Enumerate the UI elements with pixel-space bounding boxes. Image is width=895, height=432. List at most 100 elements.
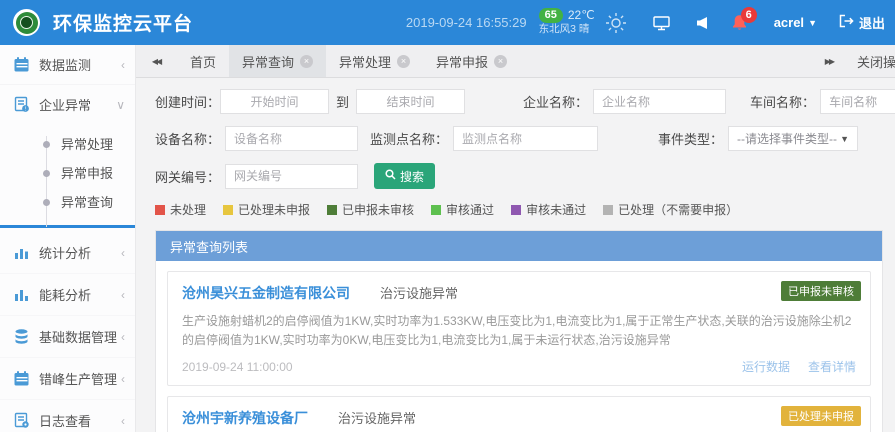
close-icon[interactable]	[397, 55, 410, 68]
database-icon	[13, 328, 30, 345]
log-file-icon	[13, 412, 30, 429]
calendar-icon	[13, 370, 30, 387]
monitor-point-label: 监测点名称：	[370, 129, 448, 148]
event-type-label: 事件类型：	[658, 129, 723, 148]
sidebar-item-abnormal-handle[interactable]: 异常处理	[46, 130, 135, 159]
record-time: 2019-09-24 11:00:00	[182, 360, 293, 374]
legend-swatch	[155, 205, 165, 215]
legend-item: 未处理	[155, 201, 206, 218]
legend-item: 已处理未申报	[223, 201, 310, 218]
panel-body: 沧州昊兴五金制造有限公司 治污设施异常 已申报未审核 生产设施射蜡机2的启停阀值…	[156, 261, 882, 432]
search-button[interactable]: 搜索	[374, 163, 435, 189]
chevron-left-icon: ‹	[121, 330, 125, 344]
gateway-input[interactable]	[225, 164, 358, 189]
to-label: 到	[336, 92, 349, 111]
temperature: 22℃	[568, 8, 595, 23]
sidebar-item-base-data[interactable]: 基础数据管理 ‹	[0, 316, 135, 358]
running-data-link[interactable]: 运行数据	[742, 358, 790, 375]
list-item: 沧州昊兴五金制造有限公司 治污设施异常 已申报未审核 生产设施射蜡机2的启停阀值…	[167, 271, 871, 386]
tab-home[interactable]: 首页	[177, 45, 229, 77]
panel-title: 异常查询列表	[156, 231, 882, 261]
abnormal-description: 生产设施射蜡机2的启停阀值为1KW,实时功率为1.533KW,电压变比为1,电流…	[182, 312, 856, 349]
close-icon[interactable]	[300, 55, 313, 68]
condition: 晴	[579, 23, 590, 35]
aqi-badge: 65	[539, 8, 563, 23]
file-alert-icon: !	[13, 96, 30, 113]
sidebar-item-statistics[interactable]: 统计分析 ‹	[0, 232, 135, 274]
wind: 东北风3	[539, 23, 576, 35]
calendar-icon	[13, 56, 30, 73]
app-title: 环保监控云平台	[53, 9, 193, 36]
sidebar-item-energy[interactable]: 能耗分析 ‹	[0, 274, 135, 316]
user-menu[interactable]: acrel ▼	[774, 15, 817, 30]
company-name-link[interactable]: 沧州宇新养殖设备厂	[182, 408, 308, 428]
bar-chart-icon	[13, 244, 30, 261]
speaker-icon[interactable]	[696, 16, 708, 30]
gateway-label: 网关编号：	[155, 167, 220, 186]
legend-swatch	[327, 205, 337, 215]
chevron-left-icon: ‹	[121, 58, 125, 72]
chevron-down-icon: ▼	[808, 18, 817, 28]
tab-abnormal-query[interactable]: 异常查询	[229, 45, 326, 77]
event-type-select[interactable]: --请选择事件类型-- ▼	[728, 126, 858, 151]
header-datetime: 2019-09-24 16:55:29	[406, 15, 527, 30]
sidebar-item-abnormal-query[interactable]: 异常查询	[46, 188, 135, 217]
close-icon[interactable]	[494, 55, 507, 68]
list-item: 沧州宇新养殖设备厂 治污设施异常 已处理未申报 生产设施挤出机2的启停阀值为1K…	[167, 396, 871, 432]
workshop-label: 车间名称：	[750, 92, 815, 111]
sidebar-item-log-view[interactable]: 日志查看 ‹	[0, 400, 135, 432]
monitor-icon[interactable]	[653, 15, 670, 31]
tab-bar: ◀◀ 首页 异常查询 异常处理 异常申报 ▶▶ 关闭操作	[135, 45, 895, 78]
tabs-scroll-right-button[interactable]: ▶▶	[825, 57, 833, 66]
filter-row-1: 创建时间： 到 企业名称： 车间名称：	[155, 89, 883, 114]
sidebar-submenu: 异常处理 异常申报 异常查询	[46, 130, 135, 225]
end-time-input[interactable]	[356, 89, 465, 114]
device-input[interactable]	[225, 126, 358, 151]
sun-icon	[605, 12, 627, 34]
sidebar-item-enterprise-abnormal[interactable]: ! 企业异常 ∨	[0, 85, 135, 124]
bell-icon[interactable]: 6	[732, 14, 747, 31]
tabs-scroll-left-button[interactable]: ◀◀	[135, 45, 177, 77]
chevron-down-icon: ∨	[116, 98, 125, 112]
status-badge: 已申报未审核	[781, 281, 861, 301]
main-content: 创建时间： 到 企业名称： 车间名称： 设备名称： 监测点名称： 事件类型： -…	[135, 78, 895, 432]
search-icon	[385, 169, 396, 183]
filter-row-3: 网关编号： 搜索	[155, 163, 883, 189]
close-operations-menu[interactable]: 关闭操作	[857, 52, 895, 71]
sidebar-item-peak-production[interactable]: 错峰生产管理 ‹	[0, 358, 135, 400]
chevron-left-icon: ‹	[121, 372, 125, 386]
chevron-down-icon: ▼	[840, 134, 849, 144]
app-window: 环保监控云平台 2019-09-24 16:55:29 65 22℃ 东北风3 …	[0, 0, 895, 432]
legend-item: 审核通过	[431, 201, 494, 218]
logout-button[interactable]: 退出	[839, 13, 885, 32]
legend-swatch	[223, 205, 233, 215]
company-label: 企业名称：	[523, 92, 588, 111]
tab-abnormal-declare[interactable]: 异常申报	[423, 45, 520, 77]
sidebar-item-data-monitor[interactable]: 数据监测 ‹	[0, 45, 135, 85]
sidebar-accent-bar	[0, 225, 135, 228]
company-input[interactable]	[593, 89, 726, 114]
start-time-input[interactable]	[220, 89, 329, 114]
monitor-point-input[interactable]	[453, 126, 598, 151]
event-type-text: 治污设施异常	[338, 408, 416, 427]
legend-item: 已申报未审核	[327, 201, 414, 218]
bar-chart-icon	[13, 286, 30, 303]
logout-icon	[839, 14, 854, 31]
view-details-link[interactable]: 查看详情	[808, 358, 856, 375]
create-time-label: 创建时间：	[155, 92, 220, 111]
legend-swatch	[511, 205, 521, 215]
chevron-left-icon: ‹	[121, 414, 125, 428]
company-name-link[interactable]: 沧州昊兴五金制造有限公司	[182, 283, 350, 303]
chevron-left-icon: ‹	[121, 246, 125, 260]
bullet-icon	[43, 199, 50, 206]
bullet-icon	[43, 170, 50, 177]
abnormal-query-list-panel: 异常查询列表 沧州昊兴五金制造有限公司 治污设施异常 已申报未审核 生产设施射蜡…	[155, 230, 883, 432]
weather-widget: 65 22℃ 东北风3 晴	[539, 8, 595, 36]
legend-swatch	[431, 205, 441, 215]
bullet-icon	[43, 141, 50, 148]
legend-swatch	[603, 205, 613, 215]
workshop-input[interactable]	[820, 89, 895, 114]
filter-row-2: 设备名称： 监测点名称： 事件类型： --请选择事件类型-- ▼	[155, 126, 883, 151]
sidebar-item-abnormal-declare[interactable]: 异常申报	[46, 159, 135, 188]
tab-abnormal-handle[interactable]: 异常处理	[326, 45, 423, 77]
